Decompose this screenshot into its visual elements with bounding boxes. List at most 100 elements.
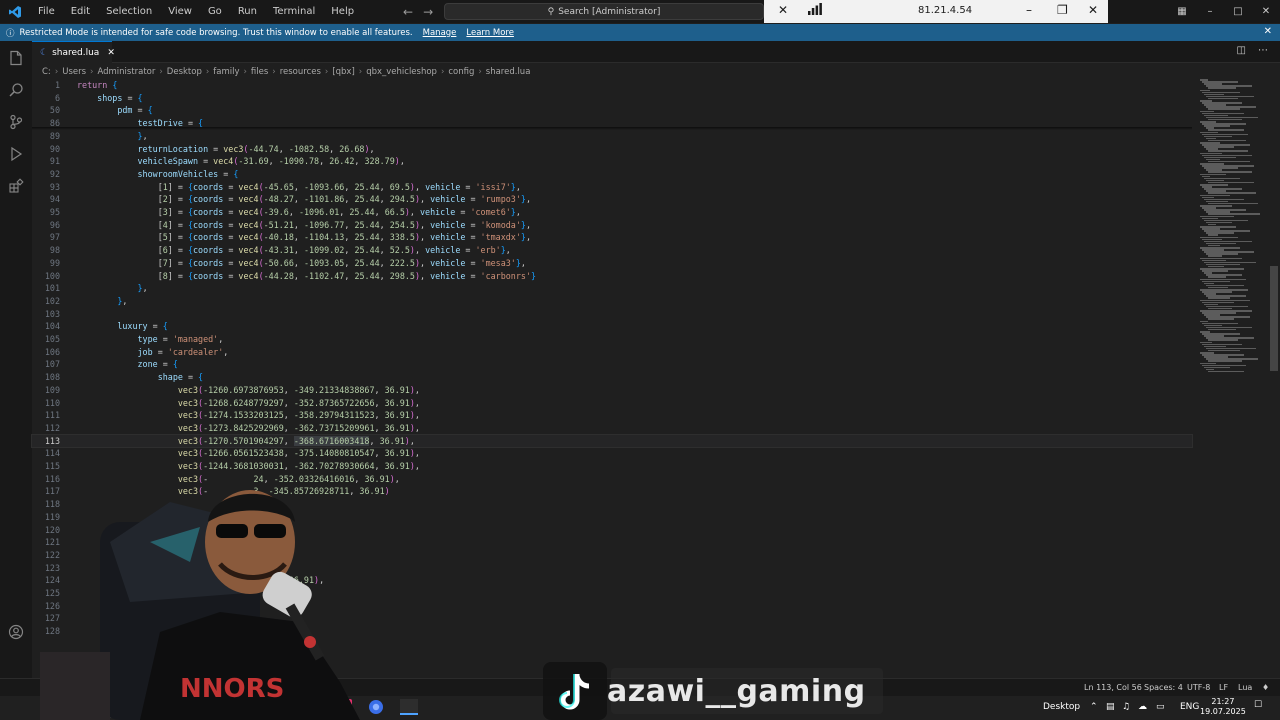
code-line[interactable]: 122 — [32, 549, 1192, 562]
notification-center-icon[interactable]: ☐ — [1254, 700, 1262, 710]
menu-file[interactable]: File — [30, 0, 63, 23]
app-a-icon[interactable] — [336, 699, 352, 718]
tray-clock[interactable]: 21:27 19.07.2025 — [1200, 697, 1246, 717]
code-line[interactable]: 117 vec3(- 3, -345.85726928711, 36.91) — [32, 485, 1192, 498]
breadcrumb-item[interactable]: files — [251, 67, 268, 77]
code-line[interactable]: 113 vec3(-1270.5701904297, -368.67160034… — [31, 433, 1193, 449]
code-line[interactable]: 111 vec3(-1274.1533203125, -358.29794311… — [32, 409, 1192, 422]
rdp-restore-icon[interactable]: ❐ — [1057, 3, 1068, 17]
back-arrow-icon[interactable]: ← — [403, 5, 413, 19]
explorer-icon[interactable] — [7, 49, 25, 67]
code-editor[interactable]: 1 return {6 shops = {50 pdm = {86 testDri… — [31, 79, 1193, 696]
breadcrumb-item[interactable]: Users — [62, 67, 86, 77]
code-line[interactable]: 100 [8] = {coords = vec4(-44.28, -1102.4… — [32, 270, 1192, 283]
rdp-close-icon[interactable]: ✕ — [1088, 3, 1098, 17]
code-line[interactable]: 108 shape = { — [32, 371, 1192, 384]
code-line[interactable]: 94 [2] = {coords = vec4(-48.27, -1101.86… — [32, 193, 1192, 206]
status-eol[interactable]: LF — [1219, 683, 1228, 692]
learn-more-link[interactable]: Learn More — [466, 28, 514, 38]
tab-close-icon[interactable]: ✕ — [107, 48, 115, 58]
code-line[interactable]: 118 — [32, 498, 1192, 511]
vscode-taskbar-icon[interactable] — [400, 699, 418, 718]
code-line[interactable]: 93 [1] = {coords = vec4(-45.65, -1093.66… — [32, 181, 1192, 194]
code-line[interactable]: 104 luxury = { — [32, 320, 1192, 333]
menu-view[interactable]: View — [160, 0, 200, 23]
code-line[interactable]: 126 — [32, 600, 1192, 613]
menu-selection[interactable]: Selection — [98, 0, 160, 23]
tray-volume-icon[interactable]: ♫ — [1122, 702, 1130, 712]
code-line[interactable]: 124 -361.16, 36.91), — [32, 574, 1192, 587]
status-language[interactable]: Lua — [1238, 683, 1252, 692]
code-line[interactable]: 116 vec3(- 24, -352.03326416016, 36.91), — [32, 473, 1192, 486]
manage-link[interactable]: Manage — [423, 28, 457, 38]
code-line[interactable]: 90 returnLocation = vec3(-44.74, -1082.5… — [32, 143, 1192, 156]
code-line[interactable]: 127 — [32, 612, 1192, 625]
breadcrumb-item[interactable]: C: — [42, 67, 51, 77]
rdp-minimize-icon[interactable]: – — [1026, 3, 1032, 17]
code-line[interactable]: 119 — [32, 511, 1192, 524]
search-icon[interactable] — [7, 81, 25, 99]
sticky-scroll-line[interactable]: 50 pdm = { — [32, 104, 1192, 118]
code-line[interactable]: 128 — [32, 625, 1192, 638]
breadcrumb-item[interactable]: resources — [280, 67, 321, 77]
menu-help[interactable]: Help — [323, 0, 362, 23]
account-icon[interactable] — [7, 623, 25, 641]
minimize-icon[interactable]: – — [1196, 6, 1224, 17]
code-line[interactable]: 102 }, — [32, 295, 1192, 308]
split-editor-icon[interactable]: ◫ — [1237, 45, 1246, 56]
code-line[interactable]: 120 — [32, 524, 1192, 537]
unpin-icon[interactable]: ✕ — [778, 3, 788, 17]
status-encoding[interactable]: UTF-8 — [1187, 683, 1210, 692]
menu-terminal[interactable]: Terminal — [265, 0, 323, 23]
breadcrumb-item[interactable]: family — [213, 67, 239, 77]
code-line[interactable]: 125 — [32, 587, 1192, 600]
code-line[interactable]: 101 }, — [32, 282, 1192, 295]
forward-arrow-icon[interactable]: → — [423, 5, 433, 19]
tray-language[interactable]: ENG — [1180, 702, 1199, 712]
tray-network-icon[interactable]: ▤ — [1106, 702, 1115, 712]
code-line[interactable]: 103 — [32, 308, 1192, 321]
more-actions-icon[interactable]: ⋯ — [1258, 45, 1268, 56]
extensions-icon[interactable] — [7, 177, 25, 195]
taskbar-search[interactable]: Type here to search — [44, 698, 264, 718]
maximize-icon[interactable]: □ — [1224, 6, 1252, 17]
menu-edit[interactable]: Edit — [63, 0, 98, 23]
tray-cloud-icon[interactable]: ☁ — [1138, 702, 1147, 712]
menu-run[interactable]: Run — [230, 0, 265, 23]
code-line[interactable]: 107 zone = { — [32, 358, 1192, 371]
browser-app-icon[interactable] — [368, 699, 384, 718]
breadcrumb-item[interactable]: Desktop — [167, 67, 202, 77]
vscode-logo-icon[interactable] — [0, 0, 30, 23]
status-restricted-mode[interactable]: Restricted Mode — [44, 679, 121, 697]
code-line[interactable]: 91 vehicleSpawn = vec4(-31.69, -1090.78,… — [32, 155, 1192, 168]
breadcrumb-item[interactable]: shared.lua — [486, 67, 531, 77]
sticky-scroll-line[interactable]: 1 return { — [32, 79, 1192, 92]
banner-close-icon[interactable]: ✕ — [1264, 26, 1272, 37]
tray-chevron-icon[interactable]: ⌃ — [1090, 702, 1098, 712]
minimap[interactable] — [1196, 79, 1268, 379]
code-line[interactable]: 98 [6] = {coords = vec4(-43.31, -1099.02… — [32, 244, 1192, 257]
breadcrumb-item[interactable]: [qbx] — [332, 67, 354, 77]
notifications-bell-icon[interactable]: ♦ — [1262, 683, 1269, 692]
code-line[interactable]: 89 }, — [32, 130, 1192, 143]
code-line[interactable]: 95 [3] = {coords = vec4(-39.6, -1096.01,… — [32, 206, 1192, 219]
code-line[interactable]: 106 job = 'cardealer', — [32, 346, 1192, 359]
code-line[interactable]: 109 vec3(-1260.6973876953, -349.21334838… — [32, 384, 1192, 397]
code-line[interactable]: 123 e Shop', — [32, 562, 1192, 575]
menu-go[interactable]: Go — [200, 0, 230, 23]
breadcrumb-item[interactable]: Administrator — [97, 67, 155, 77]
close-icon[interactable]: ✕ — [1252, 6, 1280, 17]
taskbar-desktop-label[interactable]: Desktop — [1043, 702, 1080, 712]
status-indentation[interactable]: Spaces: 4 — [1144, 683, 1183, 692]
code-line[interactable]: 121 — [32, 536, 1192, 549]
command-center-search[interactable]: ⚲ Search [Administrator] — [444, 3, 764, 20]
breadcrumb-item[interactable]: qbx_vehicleshop — [366, 67, 437, 77]
tray-battery-icon[interactable]: ▭ — [1156, 702, 1165, 712]
source-control-icon[interactable] — [7, 113, 25, 131]
breadcrumb-item[interactable]: config — [448, 67, 474, 77]
code-line[interactable]: 96 [4] = {coords = vec4(-51.21, -1096.77… — [32, 219, 1192, 232]
connection-quality-icon[interactable] — [808, 3, 822, 18]
run-debug-icon[interactable] — [7, 145, 25, 163]
code-line[interactable]: 110 vec3(-1268.6248779297, -352.87365722… — [32, 397, 1192, 410]
code-line[interactable]: 105 type = 'managed', — [32, 333, 1192, 346]
